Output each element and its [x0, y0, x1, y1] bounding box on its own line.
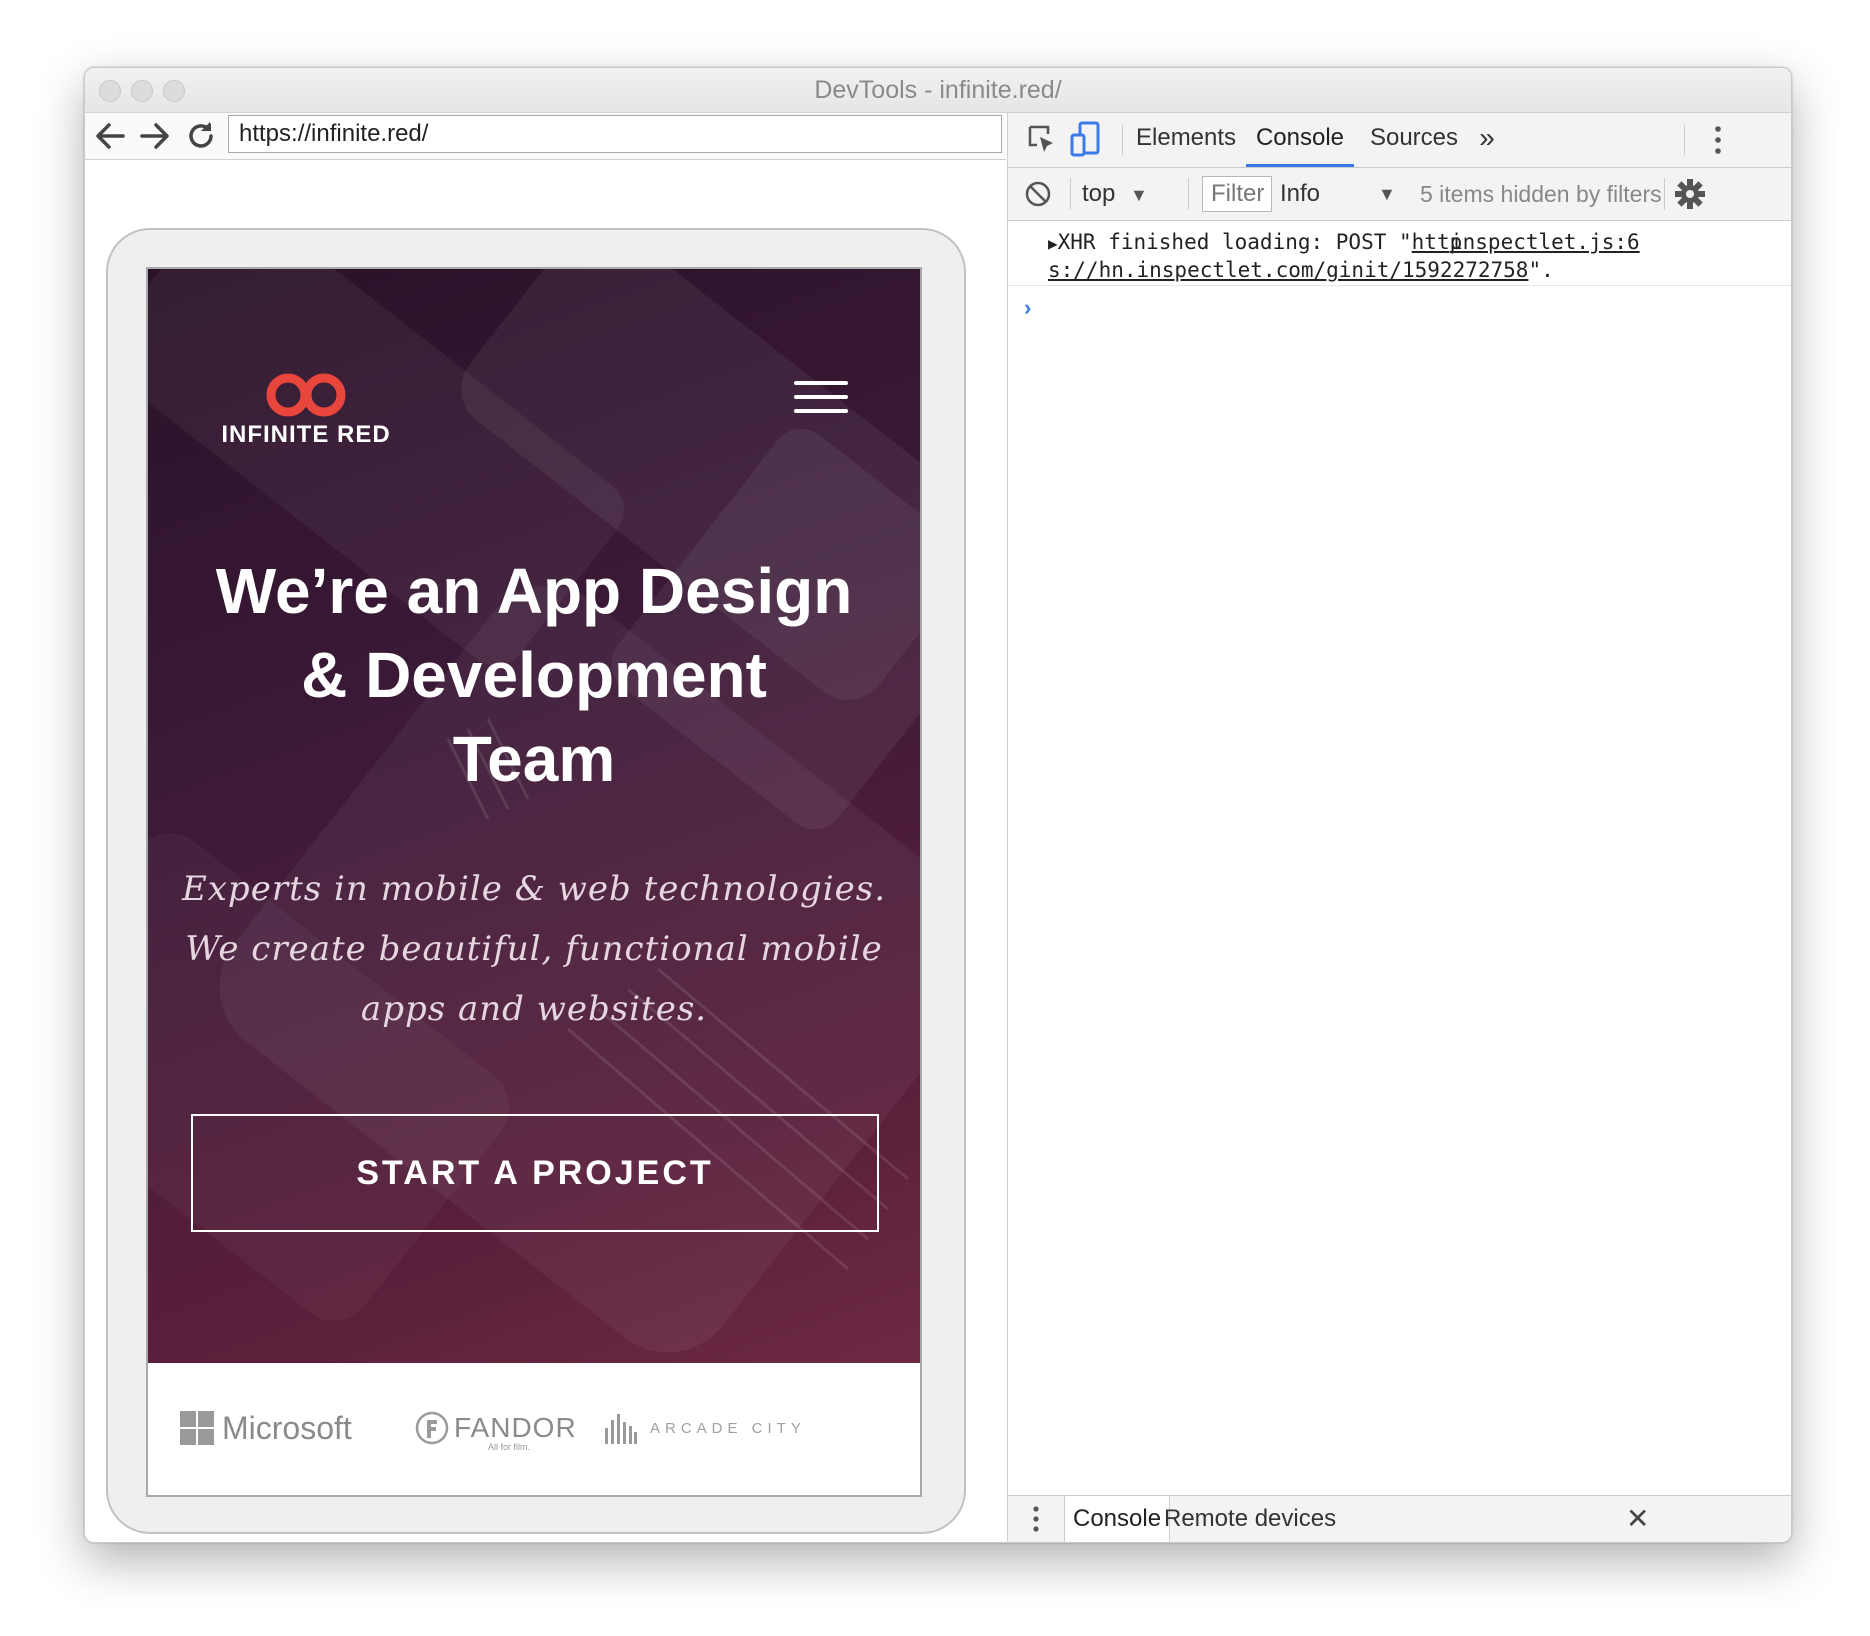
browser-window: DevTools - infinite.red/ https://infinit… [84, 67, 1792, 1543]
filter-input[interactable]: Filter [1202, 176, 1272, 212]
navigation-bar: https://infinite.red/ [85, 113, 1006, 160]
headline-line: Team [452, 723, 616, 795]
fandor-tagline: All for film. [488, 1442, 531, 1452]
separator [1070, 178, 1071, 210]
device-toolbar-icon[interactable] [1070, 121, 1102, 157]
hamburger-menu-icon[interactable] [794, 381, 848, 421]
message-source-link[interactable]: inspectlet.js:6 [1450, 229, 1640, 255]
settings-gear-icon[interactable] [1674, 178, 1706, 210]
subtext-line: Experts in mobile & web technologies. [181, 869, 887, 909]
more-tabs-button[interactable]: » [1470, 113, 1504, 167]
device-screen: INFINITE RED We’re an App Design & Devel… [146, 267, 922, 1497]
kebab-menu-icon[interactable] [1708, 123, 1728, 157]
microsoft-windows-icon [180, 1411, 214, 1445]
fandor-label: FANDOR [454, 1412, 577, 1443]
start-project-button[interactable]: START A PROJECT [191, 1114, 879, 1232]
tab-sources[interactable]: Sources [1364, 113, 1464, 167]
url-input[interactable]: https://infinite.red/ [228, 115, 1002, 153]
context-select[interactable]: top ▼ [1082, 168, 1148, 221]
arcade-city-logo: ARCADE CITY [604, 1403, 806, 1453]
client-logos: Microsoft FANDOR All for film. ARCADE CI… [148, 1363, 920, 1495]
drawer-tab-bar: Console Remote devices ✕ [1008, 1495, 1791, 1542]
window-title: DevTools - infinite.red/ [814, 76, 1062, 104]
drawer-tab-console[interactable]: Console [1064, 1496, 1171, 1542]
log-level-select[interactable]: Info ▼ [1280, 168, 1400, 220]
title-bar: DevTools - infinite.red/ [85, 68, 1791, 113]
separator [1188, 178, 1189, 210]
headline-line: & Development [301, 639, 767, 711]
context-label: top [1082, 180, 1116, 207]
microsoft-logo: Microsoft [180, 1403, 352, 1453]
fandor-icon [415, 1411, 449, 1445]
hero-section: INFINITE RED We’re an App Design & Devel… [148, 269, 920, 1363]
arcade-city-label: ARCADE CITY [650, 1419, 806, 1437]
message-prefix: XHR finished loading: POST " [1057, 230, 1412, 254]
drawer-tab-remote-devices[interactable]: Remote devices [1156, 1496, 1344, 1542]
dropdown-arrow-icon: ▼ [1378, 184, 1396, 204]
message-suffix: ". [1528, 258, 1554, 282]
console-output: ▶XHR finished loading: POST "http s://hn… [1008, 221, 1791, 1451]
hero-subtext: Experts in mobile & web technologies. We… [178, 859, 890, 1039]
log-level-label: Info [1280, 180, 1321, 207]
hero-headline: We’re an App Design & Development Team [168, 549, 900, 801]
hidden-items-text: 5 items hidden by filters [1420, 181, 1662, 207]
devtools-tab-bar: Elements Console Sources » [1008, 113, 1791, 168]
device-viewport-pane: https://infinite.red/ INFINITE RED We’re… [85, 113, 1006, 1542]
tab-console[interactable]: Console [1246, 113, 1354, 167]
infinite-red-logo[interactable]: INFINITE RED [216, 365, 396, 449]
separator [1122, 125, 1123, 155]
fandor-logo: FANDOR All for film. [414, 1403, 577, 1453]
logo-text: INFINITE RED [221, 421, 391, 448]
subtext-line: We create beautiful, functional mobile [185, 929, 883, 969]
message-divider [1008, 285, 1791, 286]
microsoft-label: Microsoft [222, 1409, 352, 1446]
console-prompt[interactable]: › [1024, 295, 1031, 321]
infinity-rings-icon [266, 373, 346, 417]
back-arrow-icon[interactable] [90, 115, 130, 157]
inspect-element-icon[interactable] [1026, 123, 1058, 155]
separator [1664, 178, 1665, 210]
tab-elements[interactable]: Elements [1136, 113, 1236, 167]
message-url[interactable]: s://hn.inspectlet.com/ginit/1592272758 [1048, 258, 1528, 282]
headline-line: We’re an App Design [215, 555, 853, 627]
drawer-menu-icon[interactable] [1028, 1503, 1044, 1535]
clear-console-icon[interactable] [1024, 180, 1052, 208]
expand-triangle-icon[interactable]: ▶ [1048, 234, 1058, 253]
subtext-line: apps and websites. [360, 989, 708, 1029]
console-message: ▶XHR finished loading: POST "http s://hn… [1048, 229, 1788, 283]
forward-arrow-icon[interactable] [135, 115, 175, 157]
devtools-panel: Elements Console Sources » top ▼ Filter … [1007, 113, 1791, 1542]
dropdown-arrow-icon: ▼ [1130, 185, 1148, 205]
separator [1684, 125, 1685, 155]
arcade-city-bars-icon [605, 1414, 637, 1444]
console-toolbar: top ▼ Filter Info ▼ 5 items hidden by fi… [1008, 168, 1791, 221]
reload-icon[interactable] [181, 115, 221, 157]
close-drawer-icon[interactable]: ✕ [1626, 1496, 1649, 1542]
